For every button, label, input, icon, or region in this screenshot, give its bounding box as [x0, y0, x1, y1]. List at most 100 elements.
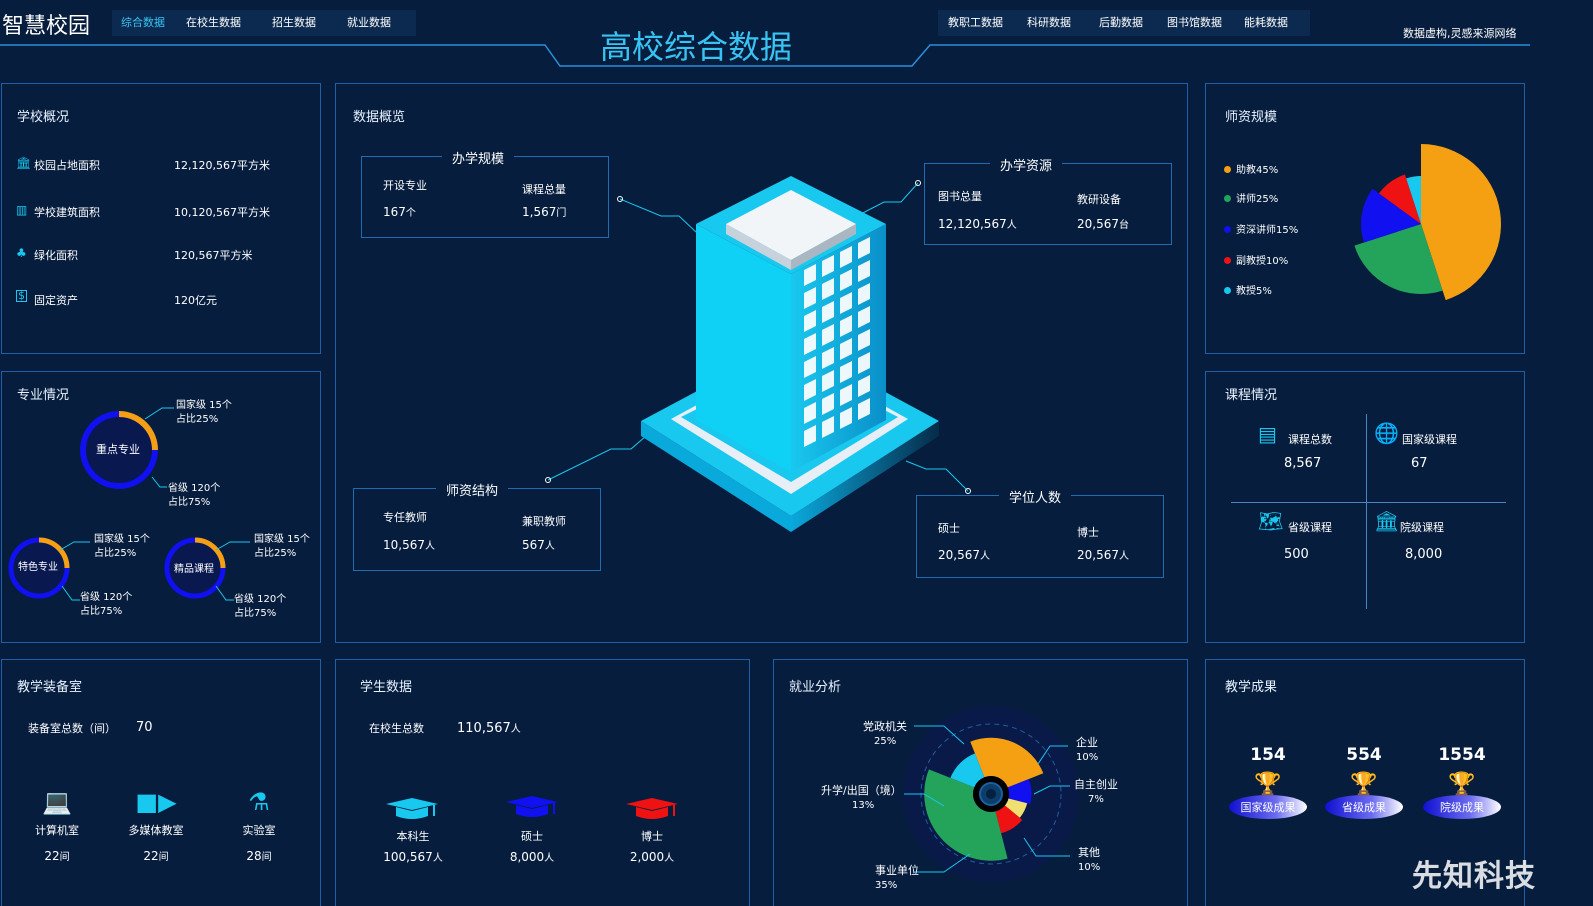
- equipment-total-label: 装备室总数（间）: [28, 722, 116, 735]
- student-value: 100,567人: [383, 850, 443, 864]
- achievement-badge: 院级成果: [1423, 795, 1501, 819]
- school-item-label: 固定资产: [34, 294, 78, 307]
- trophy-icon: 🏆: [1448, 772, 1476, 797]
- student-item: 博士 2,000人: [616, 828, 688, 864]
- ring-province-count: 省级 120个: [80, 592, 133, 603]
- box-title: 办学资源: [990, 155, 1063, 174]
- ring-national-pct: 占比25%: [254, 548, 297, 559]
- nav-library-data[interactable]: 图书馆数据: [1157, 10, 1232, 36]
- legend-item: 副教授10%: [1224, 253, 1288, 268]
- employment-pct: 10%: [1076, 752, 1099, 763]
- school-item-value: 120,567平方米: [174, 249, 253, 262]
- graduation-cap-icon: [506, 796, 558, 817]
- building-icon: 🏛: [16, 156, 32, 170]
- stat-label: 教研设备: [1077, 193, 1121, 206]
- course-label: 课程总数: [1288, 433, 1332, 446]
- nav-admission-data[interactable]: 招生数据: [253, 10, 335, 36]
- ring-province-count: 省级 120个: [234, 594, 287, 605]
- school-item-value: 120亿元: [174, 294, 217, 307]
- stat-value: 167个: [383, 205, 416, 219]
- course-panel: 课程情况 ▤ 课程总数 8,567 🌐 国家级课程 67 🗺 省级课程 500 …: [1205, 371, 1525, 643]
- equipment-label: 多媒体教室: [128, 824, 184, 837]
- ring-center-label: 重点专业: [96, 443, 140, 456]
- course-value: 67: [1411, 456, 1428, 471]
- panel-title: 教学成果: [1225, 680, 1278, 695]
- legend-item: 讲师25%: [1224, 191, 1278, 206]
- nav-students-data[interactable]: 在校生数据: [174, 10, 253, 36]
- panel-title: 教学装备室: [17, 680, 83, 695]
- student-value: 8,000人: [509, 850, 555, 864]
- nav-energy-data[interactable]: 能耗数据: [1232, 10, 1300, 36]
- school-item-value: 10,120,567平方米: [174, 206, 270, 219]
- employment-rose-chart: [903, 706, 1079, 882]
- graduation-cap-icon: [626, 798, 678, 819]
- course-value: 500: [1284, 547, 1309, 562]
- ring-national-count: 国家级 15个: [254, 534, 310, 545]
- book-icon: ▤: [1258, 422, 1277, 446]
- student-label: 博士: [641, 830, 663, 843]
- employment-label: 其他: [1078, 846, 1100, 859]
- app-logo: 智慧校园: [2, 14, 91, 39]
- header-frame-line: [0, 44, 1530, 67]
- legend-item: 资深讲师15%: [1224, 222, 1298, 237]
- ring-province-count: 省级 120个: [168, 483, 221, 494]
- page-title: 高校综合数据: [600, 28, 793, 66]
- stat-value: 1,567门: [522, 205, 567, 219]
- stat-label: 图书总量: [938, 190, 982, 203]
- ring-province-pct: 占比75%: [168, 497, 211, 508]
- major-panel: 专业情况 重点专业 国家级 15个 占比25% 省级 120个 占比75% 特色…: [1, 371, 321, 643]
- panel-title: 学生数据: [360, 680, 413, 695]
- nav-staff-data[interactable]: 教职工数据: [938, 10, 1013, 36]
- left-nav: 综合数据 在校生数据 招生数据 就业数据: [112, 10, 416, 36]
- achievement-item: 1554 🏆 院级成果: [1422, 745, 1502, 819]
- scale-box: 办学规模 开设专业 167个 课程总量 1,567门: [361, 148, 609, 238]
- course-label: 国家级课程: [1402, 433, 1457, 446]
- data-disclaimer: 数据虚构,灵感来源网络: [1403, 27, 1517, 40]
- teacher-scale-panel: 师资规模 助教45% 讲师25% 资深讲师15% 副教授10% 教授5%: [1205, 83, 1525, 354]
- employment-label: 事业单位: [875, 864, 919, 877]
- achievement-value: 154: [1250, 745, 1286, 765]
- achievement-badge: 省级成果: [1325, 795, 1403, 819]
- course-label: 院级课程: [1400, 521, 1444, 534]
- employment-label: 自主创业: [1074, 778, 1118, 791]
- faculty-box: 师资结构 专任教师 10,567人 兼职教师 567人: [353, 480, 601, 571]
- ring-national-count: 国家级 15个: [176, 400, 232, 411]
- stat-value: 20,567人: [1077, 548, 1129, 562]
- right-nav: 教职工数据 科研数据 后勤数据 图书馆数据 能耗数据: [938, 10, 1310, 36]
- equipment-item: ⚗ 实验室 28间: [224, 786, 294, 863]
- ring-center-label: 精品课程: [174, 564, 214, 575]
- stat-label: 课程总量: [522, 183, 566, 196]
- stat-label: 博士: [1077, 526, 1099, 539]
- equipment-panel: 教学装备室 装备室总数（间） 70 💻 计算机室 22间 ■▶ 多媒体教室 22…: [1, 659, 321, 906]
- stat-label: 硕士: [938, 522, 960, 535]
- course-divider-horizontal: [1231, 502, 1506, 503]
- graduation-cap-icon: [386, 798, 438, 819]
- school-item-label: 绿化面积: [34, 249, 78, 262]
- stat-value: 20,567人: [938, 548, 990, 562]
- map-icon: 🗺: [1258, 509, 1284, 533]
- student-value: 2,000人: [629, 850, 675, 864]
- employment-label: 企业: [1076, 736, 1098, 749]
- stat-value: 10,567人: [383, 538, 435, 552]
- legend-item: 教授5%: [1224, 283, 1272, 298]
- box-title: 办学规模: [442, 148, 515, 167]
- nav-comprehensive[interactable]: 综合数据: [112, 10, 174, 36]
- student-item: 硕士 8,000人: [496, 828, 568, 864]
- nav-employment-data[interactable]: 就业数据: [335, 10, 403, 36]
- nav-research-data[interactable]: 科研数据: [1013, 10, 1085, 36]
- nav-logistics-data[interactable]: 后勤数据: [1085, 10, 1157, 36]
- ring-province-pct: 占比75%: [234, 608, 277, 619]
- employment-pct: 13%: [852, 800, 875, 811]
- institution-icon: 🏛: [1374, 509, 1400, 533]
- equipment-value: 22间: [44, 849, 70, 863]
- school-overview-panel: 学校概况 🏛 校园占地面积 12,120,567平方米 ▥ 学校建筑面积 10,…: [1, 83, 321, 354]
- globe-icon: 🌐: [1374, 421, 1399, 445]
- equipment-value: 22间: [143, 849, 169, 863]
- money-icon: $: [16, 289, 27, 302]
- ring-national-pct: 占比25%: [94, 548, 137, 559]
- panel-title: 课程情况: [1225, 388, 1278, 403]
- student-label: 本科生: [396, 830, 430, 843]
- course-label: 省级课程: [1288, 521, 1332, 534]
- employment-label: 升学/出国（境）: [821, 784, 902, 797]
- stat-value: 20,567台: [1077, 217, 1129, 231]
